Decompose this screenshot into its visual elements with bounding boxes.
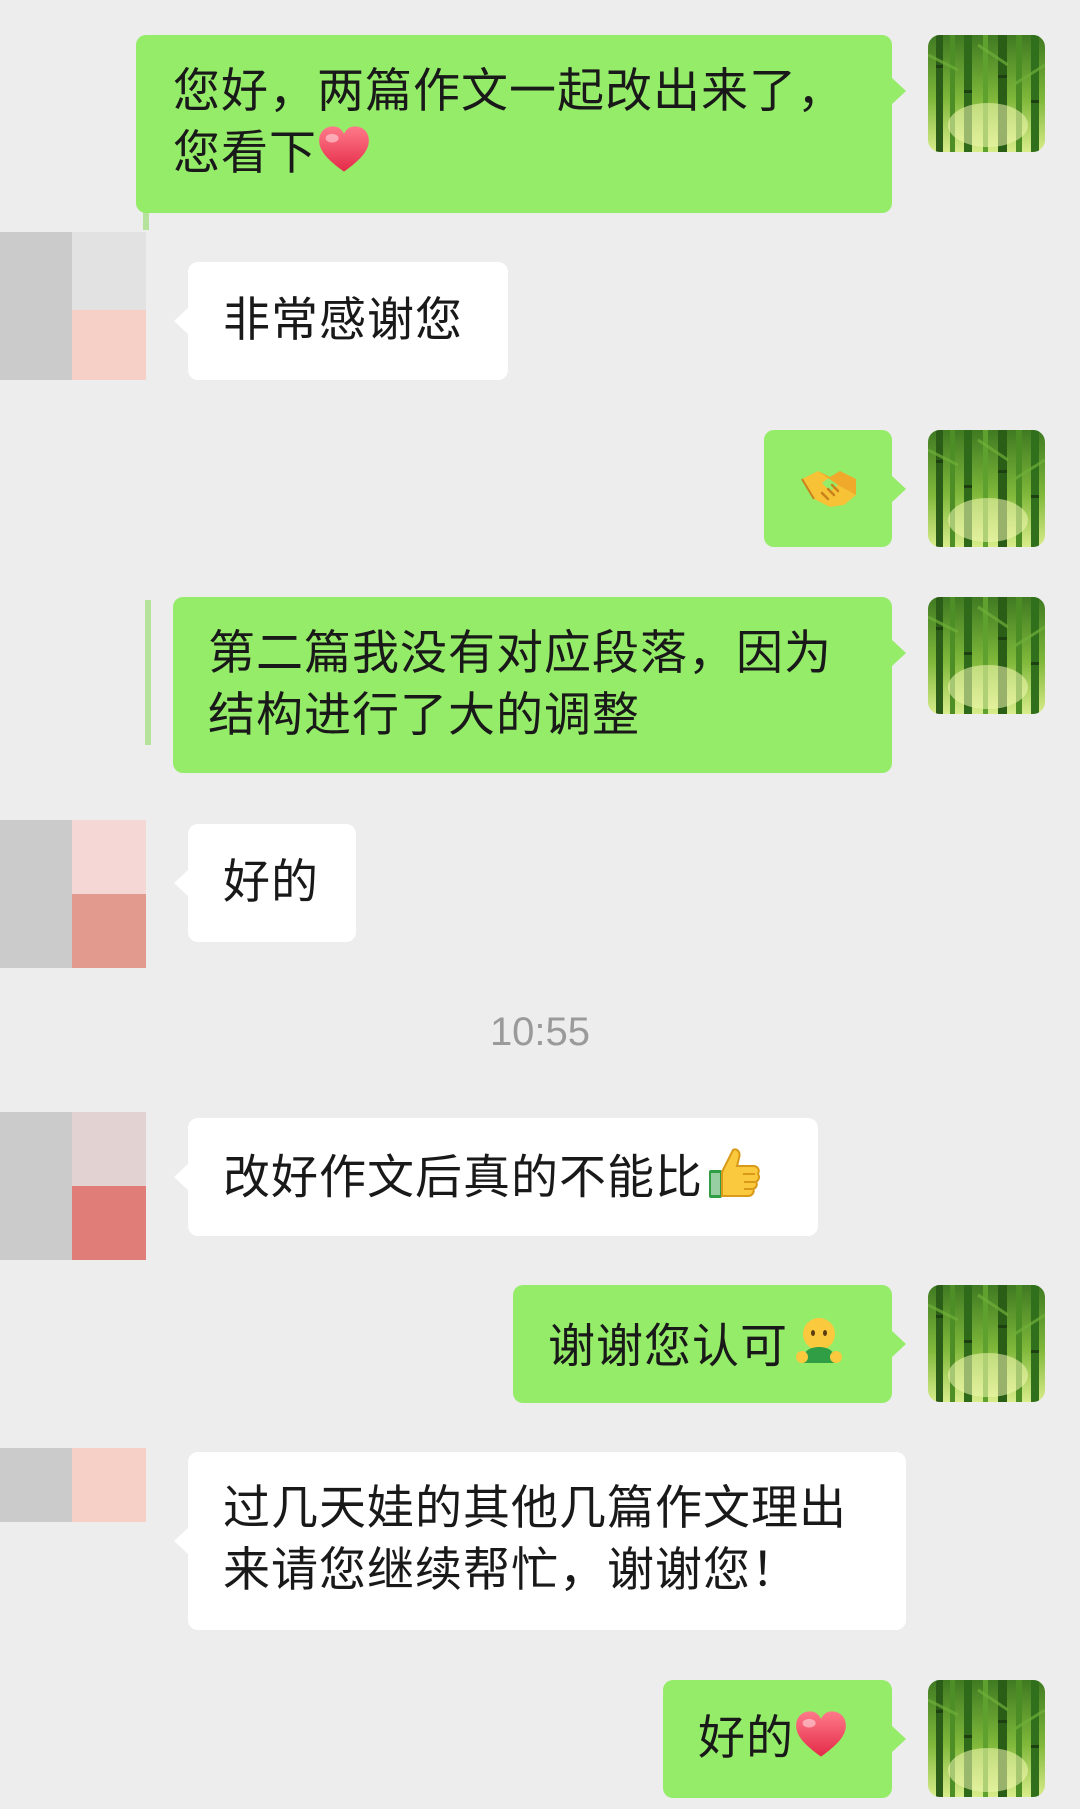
- my-avatar-bamboo[interactable]: [928, 430, 1045, 547]
- message-text: 好的: [698, 1711, 794, 1766]
- hugging-person-icon: [790, 1313, 848, 1387]
- incoming-message-bubble[interactable]: 过几天娃的其他几篇作文理出 来请您继续帮忙，谢谢您！: [174, 1452, 906, 1630]
- outgoing-message-bubble[interactable]: 好的: [663, 1680, 906, 1798]
- incoming-message-bubble[interactable]: 好的: [174, 824, 356, 942]
- message-timestamp: 10:55: [489, 1010, 591, 1054]
- my-avatar-bamboo[interactable]: [928, 1680, 1045, 1797]
- message-text-line: 过几天娃的其他几篇作文理出: [223, 1481, 847, 1536]
- message-text: 谢谢您认可: [548, 1319, 788, 1375]
- heart-icon: [794, 1709, 848, 1775]
- my-avatar-bamboo[interactable]: [928, 597, 1045, 714]
- message-text-line: 结构进行了大的调整: [208, 688, 640, 743]
- message-text-line: 您好，两篇作文一起改出来了，: [173, 64, 845, 119]
- outgoing-message-bubble[interactable]: 谢谢您认可: [513, 1285, 906, 1403]
- thumbs-up-icon: [707, 1146, 761, 1216]
- outgoing-message-bubble[interactable]: 您好，两篇作文一起改出来了， 您看下: [136, 35, 906, 213]
- contact-avatar-pixelated[interactable]: [0, 1448, 152, 1596]
- contact-avatar-pixelated[interactable]: [0, 232, 152, 380]
- message-text: 好的: [223, 855, 319, 910]
- bubble-edge-fragment: [145, 600, 151, 745]
- outgoing-message-bubble[interactable]: 第二篇我没有对应段落，因为 结构进行了大的调整: [173, 597, 906, 773]
- incoming-message-bubble[interactable]: 非常感谢您: [174, 262, 508, 380]
- incoming-message-bubble[interactable]: 改好作文后真的不能比: [174, 1118, 818, 1236]
- message-text-line: 第二篇我没有对应段落，因为: [208, 626, 832, 681]
- message-text: 您看下: [173, 126, 317, 181]
- message-text-line: 来请您继续帮忙，谢谢您！: [223, 1543, 799, 1598]
- message-text-line: 您看下: [173, 123, 858, 190]
- message-text: 改好作文后真的不能比: [223, 1150, 703, 1206]
- contact-avatar-pixelated[interactable]: [0, 820, 152, 968]
- message-text: 非常感谢您: [223, 293, 463, 348]
- outgoing-message-bubble[interactable]: [764, 430, 906, 547]
- chat-window: 您好，两篇作文一起改出来了， 您看下 非常感谢您 第二篇我没有对应段落，因为 结…: [0, 0, 1080, 1809]
- handshake-icon: [800, 465, 858, 527]
- heart-icon: [317, 124, 371, 190]
- contact-avatar-pixelated[interactable]: [0, 1112, 152, 1260]
- my-avatar-bamboo[interactable]: [928, 35, 1045, 152]
- my-avatar-bamboo[interactable]: [928, 1285, 1045, 1402]
